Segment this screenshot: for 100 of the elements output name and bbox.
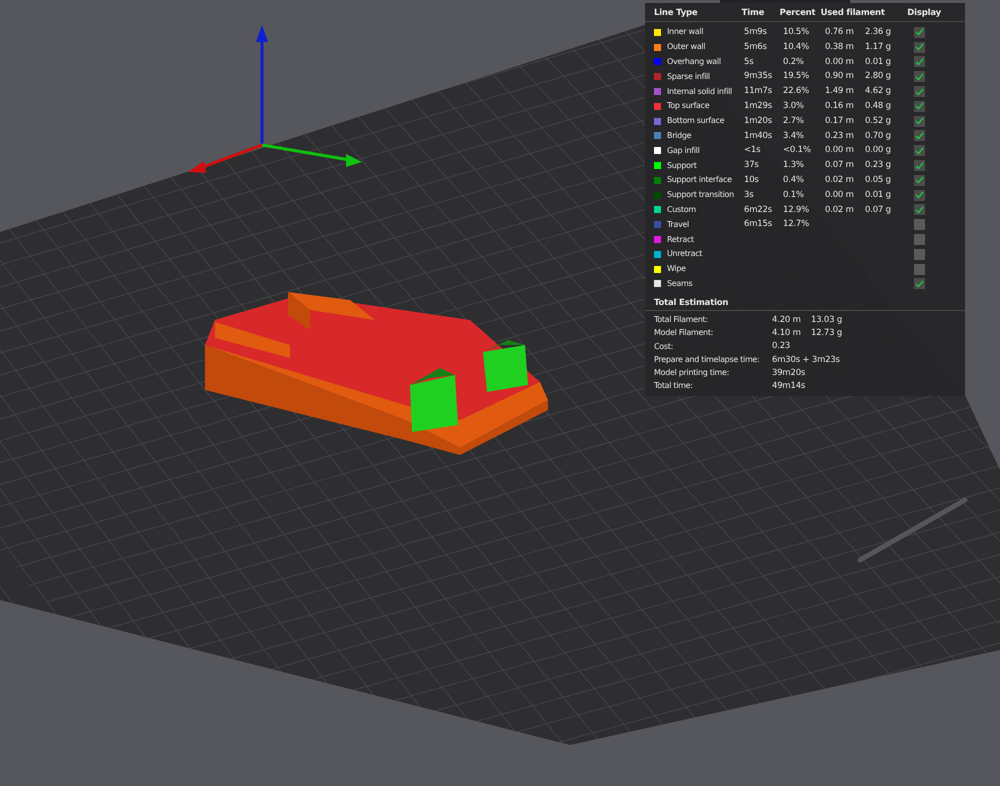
estimation-label: Model Filament: xyxy=(654,327,714,340)
line-type-name: Inner wall xyxy=(667,26,704,38)
line-type-name: Overhang wall xyxy=(667,56,722,68)
display-checkbox[interactable] xyxy=(914,278,925,290)
line-type-name: Custom xyxy=(667,204,697,216)
length-value: 0.23 m xyxy=(825,130,854,141)
weight-value: 2.36 g xyxy=(865,27,891,38)
length-value: 1.49 m xyxy=(825,86,854,96)
percent-value: 12.7% xyxy=(783,219,810,230)
line-type-name: Support transition xyxy=(667,189,735,202)
length-value: 0.00 m xyxy=(825,190,854,200)
estimation-label: Cost: xyxy=(654,340,674,353)
weight-value: 0.01 g xyxy=(865,56,891,67)
time-value: 1m20s xyxy=(744,116,772,126)
column-header: Line Type xyxy=(654,7,698,20)
display-checkbox[interactable] xyxy=(914,248,925,260)
length-value: 0.90 m xyxy=(825,71,854,82)
display-checkbox[interactable] xyxy=(914,204,925,216)
length-value: 0.07 m xyxy=(825,160,854,170)
display-checkbox[interactable] xyxy=(914,71,925,82)
time-value: 1m29s xyxy=(744,101,772,111)
length-value: 0.00 m xyxy=(825,145,854,156)
percent-value: 1.3% xyxy=(783,160,804,170)
length-value: 0.17 m xyxy=(825,116,854,126)
time-value: 5m9s xyxy=(744,27,767,38)
display-checkbox[interactable] xyxy=(914,26,925,38)
percent-value: 22.6% xyxy=(783,86,810,96)
line-type-name: Sparse infill xyxy=(667,70,711,83)
estimation-label: Prepare and timelapse time: xyxy=(654,354,760,366)
length-value: 0.00 m xyxy=(825,56,854,67)
display-checkbox[interactable] xyxy=(914,160,925,172)
display-checkbox[interactable] xyxy=(914,86,925,98)
percent-value: <0.1% xyxy=(783,145,811,156)
weight-value: 0.52 g xyxy=(865,116,891,126)
display-checkbox[interactable] xyxy=(914,130,925,142)
length-value: 0.16 m xyxy=(825,101,854,111)
line-type-name: Internal solid infill xyxy=(667,86,733,98)
line-type-name: Top surface xyxy=(667,100,710,112)
line-type-name: Unretract xyxy=(667,248,704,260)
display-checkbox[interactable] xyxy=(914,264,925,275)
weight-value: 1.17 g xyxy=(865,42,891,52)
time-value: 37s xyxy=(744,160,759,170)
percent-value: 19.5% xyxy=(783,71,810,82)
time-value: 6m22s xyxy=(744,204,772,215)
percent-value: 10.5% xyxy=(783,27,810,38)
percent-value: 0.2% xyxy=(783,56,804,67)
line-type-name: Outer wall xyxy=(667,41,706,54)
estimation-weight: 12.73 g xyxy=(811,326,842,340)
estimation-value: 0.23 xyxy=(772,340,792,353)
display-checkbox[interactable] xyxy=(914,219,925,230)
percent-value: 2.7% xyxy=(783,116,804,126)
weight-value: 0.48 g xyxy=(865,101,891,111)
percent-value: 0.4% xyxy=(783,174,804,185)
percent-value: 12.9% xyxy=(783,204,810,215)
estimation-value: 39m20s xyxy=(772,366,806,380)
time-value: 3s xyxy=(744,190,754,200)
length-value: 0.76 m xyxy=(825,27,854,38)
estimation-label: Total Filament: xyxy=(654,314,709,326)
weight-value: 2.80 g xyxy=(865,71,891,82)
time-value: 5m6s xyxy=(744,42,767,52)
time-value: 11m7s xyxy=(744,86,772,96)
display-checkbox[interactable] xyxy=(914,42,925,53)
column-header: Percent xyxy=(780,7,816,20)
time-value: 10s xyxy=(744,174,759,185)
length-value: 0.38 m xyxy=(825,42,854,52)
percent-value: 3.4% xyxy=(783,130,804,141)
weight-value: 4.62 g xyxy=(865,86,891,96)
line-type-name: Travel xyxy=(667,218,690,231)
checkmark-icon xyxy=(915,280,924,288)
line-type-name: Bottom surface xyxy=(667,115,726,128)
display-checkbox[interactable] xyxy=(914,116,925,127)
estimation-value: 49m14s xyxy=(772,380,806,393)
column-header: Display xyxy=(907,7,942,20)
percent-value: 0.1% xyxy=(783,190,804,200)
percent-value: 10.4% xyxy=(783,42,810,52)
display-checkbox[interactable] xyxy=(914,100,925,112)
time-value: 5s xyxy=(744,56,754,67)
line-type-name: Retract xyxy=(667,234,695,246)
time-value: 6m15s xyxy=(744,219,772,230)
estimation-value: 6m30s + 3m23s xyxy=(772,354,840,366)
section-title: Total Estimation xyxy=(654,296,728,310)
length-value: 0.02 m xyxy=(825,204,854,215)
display-checkbox[interactable] xyxy=(914,234,925,246)
estimation-value: 4.10 m xyxy=(772,326,802,340)
length-value: 0.02 m xyxy=(825,174,854,185)
estimation-value: 4.20 m xyxy=(772,314,802,326)
column-header: Used filament xyxy=(820,7,886,20)
weight-value: 0.70 g xyxy=(865,130,891,141)
line-type-name: Bridge xyxy=(667,130,692,142)
display-checkbox[interactable] xyxy=(914,190,925,201)
time-value: 1m40s xyxy=(744,130,772,141)
display-checkbox[interactable] xyxy=(914,174,925,186)
estimation-label: Model printing time: xyxy=(654,367,730,380)
column-header: Time xyxy=(742,7,766,20)
estimation-label: Total time: xyxy=(654,380,694,392)
time-value: <1s xyxy=(744,145,760,156)
weight-value: 0.07 g xyxy=(865,204,891,215)
weight-value: 0.05 g xyxy=(865,174,891,185)
display-checkbox[interactable] xyxy=(914,56,925,68)
display-checkbox[interactable] xyxy=(914,145,925,156)
